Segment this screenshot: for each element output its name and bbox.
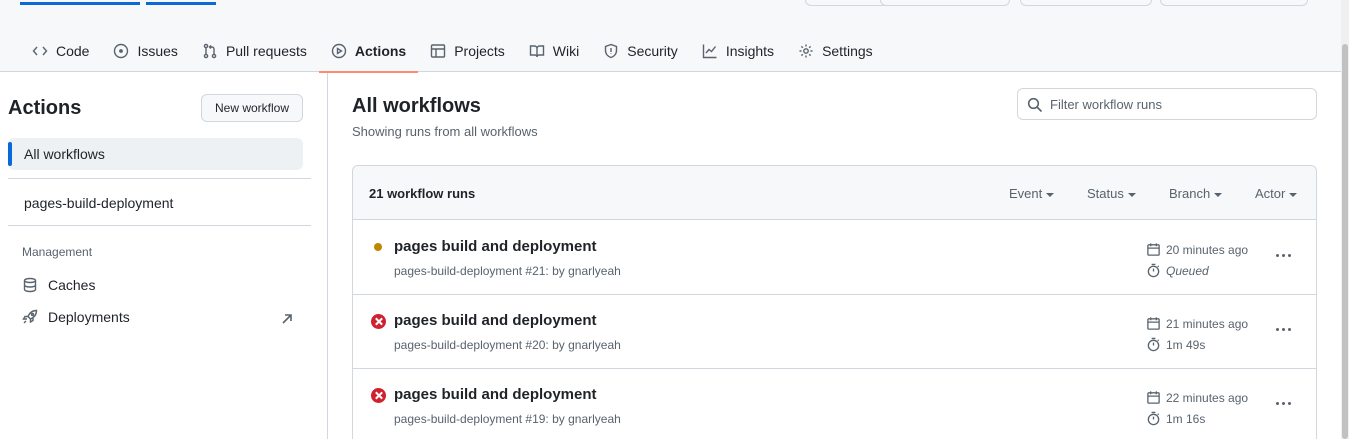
page-scrollbar[interactable]	[1341, 0, 1349, 439]
tab-pull-requests[interactable]: Pull requests	[190, 30, 319, 72]
search-icon	[1027, 97, 1043, 113]
actions-sidebar: Actions New workflow All workflows pages…	[0, 73, 328, 439]
play-icon	[331, 43, 347, 59]
divider	[8, 225, 311, 226]
sidebar-item-label: Caches	[48, 277, 96, 293]
divider	[8, 178, 311, 179]
stopwatch-icon	[1147, 263, 1160, 278]
run-meta: pages-build-deployment #19: by gnarlyeah	[394, 412, 621, 426]
event-filter-dropdown[interactable]: Event	[1009, 186, 1055, 201]
database-icon	[23, 277, 37, 293]
sidebar-item-deployments[interactable]: Deployments	[22, 309, 130, 325]
tab-issues[interactable]: Issues	[101, 30, 189, 72]
table-row[interactable]: pages build and deployment pages-build-d…	[353, 369, 1316, 439]
status-filter-dropdown[interactable]: Status	[1087, 186, 1136, 201]
run-timing: 20 minutes ago Queued	[1146, 242, 1248, 278]
tab-settings[interactable]: Settings	[786, 30, 885, 72]
run-timing: 21 minutes ago 1m 49s	[1146, 316, 1248, 352]
status-queued-icon	[370, 239, 386, 255]
tab-wiki[interactable]: Wiki	[517, 30, 591, 72]
page-title: All workflows	[352, 95, 481, 117]
page-subtitle: Showing runs from all workflows	[352, 124, 538, 139]
graph-icon	[702, 44, 717, 59]
status-failed-icon	[370, 313, 386, 329]
external-link-icon	[281, 312, 293, 324]
run-time-ago: 20 minutes ago	[1166, 242, 1249, 257]
table-icon	[431, 44, 446, 58]
sidebar-title: Actions	[8, 97, 82, 119]
run-duration: 1m 49s	[1166, 337, 1206, 352]
run-meta: pages-build-deployment #21: by gnarlyeah	[394, 264, 621, 278]
star-menu-button[interactable]	[1160, 0, 1308, 6]
run-title-link[interactable]: pages build and deployment	[394, 238, 597, 255]
filter-workflow-runs[interactable]	[1017, 88, 1317, 120]
run-duration: Queued	[1166, 263, 1209, 278]
run-title-link[interactable]: pages build and deployment	[394, 312, 597, 329]
sidebar-item-label: Deployments	[48, 309, 130, 325]
caret-down-icon	[1046, 192, 1055, 197]
table-row[interactable]: pages build and deployment pages-build-d…	[353, 295, 1316, 369]
calendar-icon	[1147, 243, 1160, 256]
stopwatch-icon	[1147, 337, 1160, 352]
run-timing: 22 minutes ago 1m 16s	[1146, 390, 1248, 426]
caret-down-icon	[1127, 192, 1136, 197]
tab-security[interactable]: Security	[591, 30, 690, 72]
table-row[interactable]: pages build and deployment pages-build-d…	[353, 221, 1316, 295]
stopwatch-icon	[1147, 411, 1160, 426]
run-duration: 1m 16s	[1166, 411, 1206, 426]
caret-down-icon	[1289, 192, 1298, 197]
actor-filter-dropdown[interactable]: Actor	[1255, 186, 1298, 201]
calendar-icon	[1147, 317, 1160, 330]
repo-nav: Code Issues Pull requests Actions Projec…	[20, 30, 885, 73]
fork-button[interactable]	[880, 0, 1010, 6]
tab-projects[interactable]: Projects	[418, 30, 517, 72]
sidebar-item-caches[interactable]: Caches	[22, 277, 95, 293]
run-title-link[interactable]: pages build and deployment	[394, 386, 597, 403]
star-button[interactable]	[1020, 0, 1152, 6]
branch-filter-dropdown[interactable]: Branch	[1169, 186, 1223, 201]
run-options-button[interactable]	[1271, 321, 1295, 337]
tab-actions[interactable]: Actions	[318, 30, 419, 73]
new-workflow-button[interactable]: New workflow	[201, 94, 303, 122]
book-icon	[529, 45, 544, 58]
shield-icon	[605, 43, 618, 59]
runs-count: 21 workflow runs	[369, 186, 476, 201]
sidebar-item-all-workflows[interactable]: All workflows	[8, 138, 303, 170]
pull-request-icon	[203, 43, 217, 59]
tab-code[interactable]: Code	[20, 30, 101, 72]
sidebar-item-pages-build-deployment[interactable]: pages-build-deployment	[24, 195, 173, 211]
status-failed-icon	[370, 387, 386, 403]
runs-header: 21 workflow runs Event Status Branch Act…	[353, 166, 1316, 220]
caret-down-icon	[1214, 192, 1223, 197]
run-time-ago: 21 minutes ago	[1166, 316, 1249, 331]
repo-header: Code Issues Pull requests Actions Projec…	[0, 0, 1349, 73]
workflow-runs-list: 21 workflow runs Event Status Branch Act…	[352, 165, 1317, 439]
tab-insights[interactable]: Insights	[690, 30, 786, 72]
calendar-icon	[1147, 391, 1160, 404]
management-heading: Management	[22, 245, 93, 259]
run-meta: pages-build-deployment #20: by gnarlyeah	[394, 338, 621, 352]
rocket-icon	[22, 309, 38, 324]
code-icon	[32, 46, 48, 56]
run-options-button[interactable]	[1271, 395, 1295, 411]
gear-icon	[799, 44, 813, 58]
scrollbar-thumb[interactable]	[1342, 44, 1348, 439]
filter-input[interactable]	[1050, 96, 1310, 112]
run-options-button[interactable]	[1271, 247, 1295, 263]
sidebar-item-label: All workflows	[24, 146, 105, 162]
issue-icon	[114, 43, 129, 59]
repo-title-cropped[interactable]	[20, 0, 252, 6]
run-time-ago: 22 minutes ago	[1166, 390, 1249, 405]
